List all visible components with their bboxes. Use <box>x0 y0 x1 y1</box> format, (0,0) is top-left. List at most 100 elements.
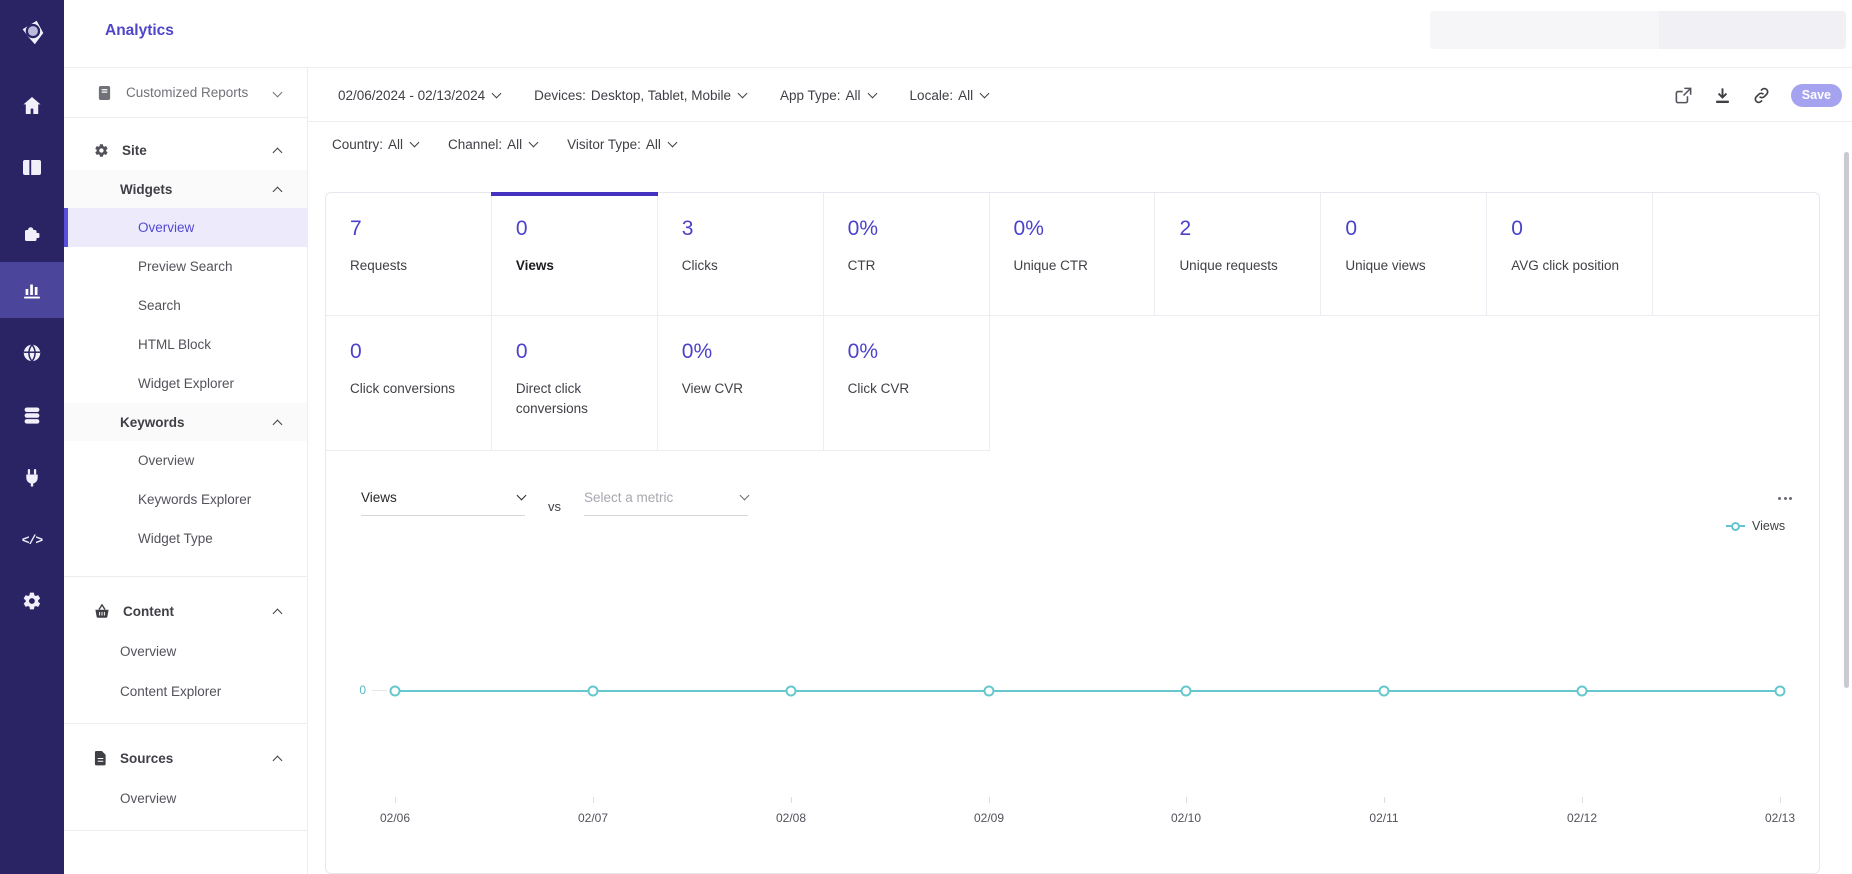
nav-locales[interactable] <box>0 325 64 381</box>
puzzle-icon <box>25 227 40 241</box>
metric-label: Unique requests <box>1179 258 1278 273</box>
link-icon <box>1754 87 1769 103</box>
metric-label: Views <box>515 258 554 273</box>
report-selector[interactable]: Customized Reports <box>64 68 307 118</box>
sidebar-item-content-overview[interactable]: Overview <box>64 631 307 671</box>
channel-filter-value: All <box>507 136 523 152</box>
metric-card-requests[interactable]: 7 Requests <box>326 193 492 315</box>
metric-value: 0% <box>681 340 713 363</box>
sidebar-item-keywords-explorer[interactable]: Keywords Explorer <box>64 480 307 519</box>
cog-icon <box>95 143 108 157</box>
metric-card-unique-ctr[interactable]: 0% Unique CTR <box>990 193 1156 315</box>
nav-analytics[interactable] <box>0 262 64 318</box>
sidebar-item-content-explorer[interactable]: Content Explorer <box>64 671 307 711</box>
nav-settings[interactable] <box>0 573 64 629</box>
metric-card-avg-click-position[interactable]: 0 AVG click position <box>1487 193 1654 315</box>
sidebar-item-widget-explorer[interactable]: Widget Explorer <box>64 364 307 403</box>
sidebar-item-widget-type[interactable]: Widget Type <box>64 519 307 558</box>
compare-metric-placeholder: Select a metric <box>584 490 674 505</box>
data-point-marker <box>1774 685 1786 697</box>
logo-icon <box>22 20 44 45</box>
metric-card-direct-click-conversions[interactable]: 0 Direct click conversions <box>491 316 658 451</box>
visitor-type-filter-label: Visitor Type: <box>567 136 641 152</box>
sidebar-section-sources[interactable]: Sources <box>64 738 307 778</box>
app-type-filter-value: All <box>845 87 861 103</box>
secondary-filter-row: Country: All Channel: All Visitor Type: … <box>308 122 1852 166</box>
channel-filter[interactable]: Channel: All <box>448 136 539 152</box>
chevron-up-icon <box>272 608 283 618</box>
chevron-down-icon <box>867 88 877 99</box>
metric-card-views[interactable]: 0 Views <box>490 192 658 315</box>
subsection-widgets-label: Widgets <box>120 181 173 197</box>
metric-cards-row-1: 7 Requests 0 Views 3 Clicks 0% CTR 0% Un… <box>326 192 1819 316</box>
sidebar-section-content[interactable]: Content <box>64 591 307 631</box>
download-icon <box>1716 87 1730 103</box>
channel-filter-label: Channel: <box>448 136 503 152</box>
app-logo[interactable] <box>0 2 64 62</box>
nav-widgets[interactable] <box>0 204 64 260</box>
database-icon <box>24 407 40 424</box>
item-label: Keywords Explorer <box>138 492 252 507</box>
blurred-account-area <box>1430 11 1846 49</box>
sidebar-item-preview-search[interactable]: Preview Search <box>64 247 307 286</box>
save-button[interactable]: Save <box>1790 83 1842 107</box>
legend-item-views[interactable]: Views <box>1726 519 1785 533</box>
x-axis-tick <box>1384 797 1385 803</box>
metric-card-click-cvr[interactable]: 0% Click CVR <box>823 316 990 451</box>
date-range-picker[interactable]: 02/06/2024 - 02/13/2024 <box>338 88 502 103</box>
app-type-filter-label: App Type: <box>779 87 841 103</box>
vs-label: vs <box>548 499 561 514</box>
nav-developer[interactable]: </> <box>0 512 64 568</box>
metric-card-unique-views[interactable]: 0 Unique views <box>1321 193 1488 315</box>
download-button[interactable] <box>1713 85 1733 105</box>
metric-card-unique-requests[interactable]: 2 Unique requests <box>1155 193 1322 315</box>
sidebar-item-keywords-overview[interactable]: Overview <box>64 441 307 480</box>
legend-label: Views <box>1752 519 1786 533</box>
vertical-scrollbar[interactable] <box>1844 152 1849 688</box>
x-axis-label: 02/08 <box>775 811 807 825</box>
y-axis-dash <box>372 690 387 691</box>
sidebar-subsection-keywords[interactable]: Keywords <box>64 403 307 441</box>
metric-card-ctr[interactable]: 0% CTR <box>824 193 990 315</box>
metric-card-clicks[interactable]: 3 Clicks <box>658 193 824 315</box>
item-label: Overview <box>120 790 177 806</box>
sidebar-section-site[interactable]: Site <box>64 130 307 170</box>
locale-filter[interactable]: Locale: All <box>910 88 990 103</box>
sidebar-item-search[interactable]: Search <box>64 286 307 325</box>
metric-card-click-conversions[interactable]: 0 Click conversions <box>326 316 492 451</box>
plug-icon <box>26 468 38 486</box>
x-axis-tick <box>395 797 396 803</box>
devices-filter[interactable]: Devices: Desktop, Tablet, Mobile <box>534 88 748 103</box>
x-axis-label: 02/07 <box>577 811 609 825</box>
sidebar-item-sources-overview[interactable]: Overview <box>64 778 307 818</box>
item-label: Overview <box>138 220 195 235</box>
visitor-type-filter[interactable]: Visitor Type: All <box>567 136 678 152</box>
country-filter[interactable]: Country: All <box>332 137 420 152</box>
sidebar-item-widgets-overview[interactable]: Overview <box>64 208 307 247</box>
item-label: Content Explorer <box>120 683 222 699</box>
app-type-filter[interactable]: App Type: All <box>779 87 877 103</box>
sidebar-subsection-widgets[interactable]: Widgets <box>64 170 307 208</box>
metric-value: 0 <box>1511 217 1523 240</box>
y-axis-tick: 0 <box>359 683 366 697</box>
metric-value: 0% <box>847 217 879 240</box>
x-axis-label: 02/13 <box>1764 811 1796 825</box>
nav-integrations[interactable] <box>0 449 64 505</box>
data-point-marker <box>785 685 797 697</box>
report-selector-label: Customized Reports <box>126 85 249 100</box>
nav-layout[interactable] <box>0 139 64 195</box>
metric-value: 0 <box>515 217 528 240</box>
nav-data[interactable] <box>0 387 64 443</box>
primary-metric-select[interactable]: Views <box>361 490 527 516</box>
sidebar-item-html-block[interactable]: HTML Block <box>64 325 307 364</box>
page-title: Analytics <box>105 22 174 39</box>
copy-link-button[interactable] <box>1752 85 1772 105</box>
compare-metric-select[interactable]: Select a metric <box>584 490 750 516</box>
nav-home[interactable] <box>0 77 64 133</box>
metric-card-view-cvr[interactable]: 0% View CVR <box>657 316 824 451</box>
chart-more-options-button[interactable] <box>1774 493 1796 504</box>
filter-toolbar: 02/06/2024 - 02/13/2024 Devices: Desktop… <box>308 68 1852 122</box>
metric-cards-row-2: 0 Click conversions 0 Direct click conve… <box>326 316 1819 451</box>
data-point-marker <box>389 685 401 697</box>
share-button[interactable] <box>1674 85 1694 105</box>
